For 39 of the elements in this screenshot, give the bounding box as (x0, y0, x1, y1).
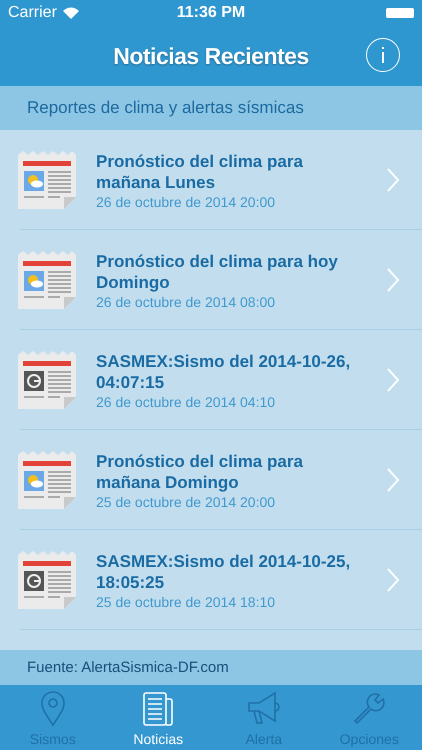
news-title: Pronóstico del clima para mañana Lunes (96, 150, 304, 192)
newspaper-icon (142, 691, 174, 727)
chevron-icon (386, 367, 400, 393)
newspaper-icon (18, 251, 76, 309)
news-title: SASMEX:Sismo del 2014-10-25, 18:05:25 (96, 550, 352, 592)
news-date: 25 de octubre de 2014 20:00 (96, 494, 276, 510)
newspaper-icon (18, 351, 76, 409)
wrench-icon (351, 691, 388, 727)
location-pin-icon (38, 691, 67, 727)
news-row[interactable]: SASMEX:Sismo del 2014-10-25, 18:05:25 25 de octubre de 2014 18:10 (0, 530, 422, 630)
section-header: Reportes de clima y alertas sísmicas (27, 98, 304, 118)
news-date: 25 de octubre de 2014 18:10 (96, 594, 276, 610)
tab-item[interactable]: Noticias (106, 685, 211, 750)
news-date: 26 de octubre de 2014 20:00 (96, 194, 276, 210)
newspaper-icon (18, 151, 76, 209)
screen-title: Noticias Recientes (113, 42, 309, 70)
news-title: Pronóstico del clima para hoy Domingo (96, 250, 339, 292)
megaphone-icon (246, 691, 282, 727)
news-row[interactable]: SASMEX:Sismo del 2014-10-26, 04:07:15 26 de octubre de 2014 04:10 (0, 330, 422, 430)
info-icon (381, 47, 385, 63)
news-row[interactable]: Pronóstico del clima para mañana Domingo 25 de octubre de 2014 20:00 (0, 430, 422, 530)
chevron-icon (386, 167, 400, 193)
wifi-icon (62, 7, 79, 19)
chevron-icon (386, 567, 400, 593)
newspaper-icon (18, 451, 76, 509)
news-date: 26 de octubre de 2014 08:00 (96, 294, 276, 310)
chevron-icon (386, 267, 400, 293)
info-button[interactable] (366, 38, 400, 72)
news-title: SASMEX:Sismo del 2014-10-26, 04:07:15 (96, 350, 352, 392)
status-time: 11:36 PM (176, 4, 246, 21)
carrier-label: Carrier (8, 4, 57, 22)
source-text: Fuente: AlertaSismica-DF.com (27, 659, 229, 676)
news-date: 26 de octubre de 2014 04:10 (96, 394, 276, 410)
news-title: Pronóstico del clima para mañana Domingo (96, 450, 304, 492)
battery-icon (386, 8, 414, 18)
chevron-icon (386, 467, 400, 493)
news-row[interactable]: Pronóstico del clima para mañana Lunes 26 de octubre de 2014 20:00 (0, 130, 422, 230)
news-row[interactable]: Pronóstico del clima para hoy Domingo 26 de octubre de 2014 08:00 (0, 230, 422, 330)
newspaper-icon (18, 551, 76, 609)
